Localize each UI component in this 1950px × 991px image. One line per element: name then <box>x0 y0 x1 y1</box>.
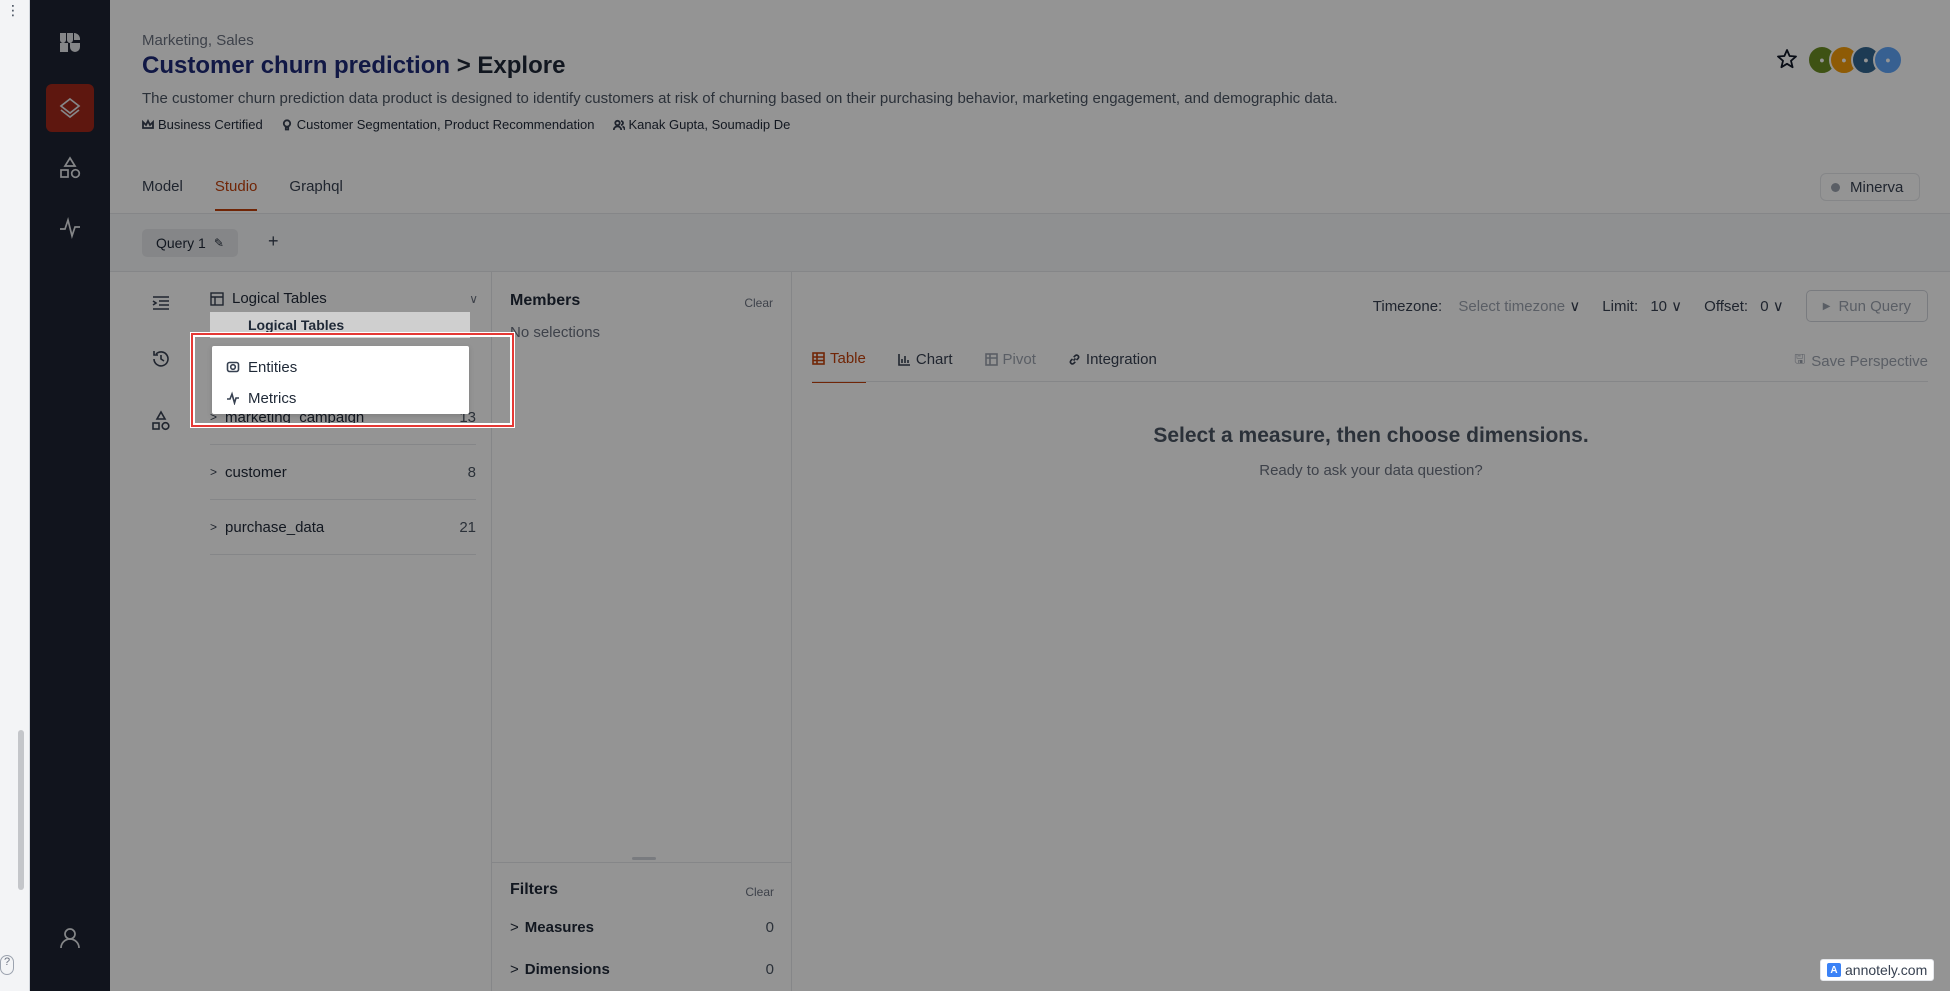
browser-edge: ⋮ ? <box>0 0 30 991</box>
watermark: A annotely.com <box>1820 959 1935 981</box>
browser-menu-icon[interactable]: ⋮ <box>6 2 20 19</box>
annotation-highlight-box <box>191 333 514 427</box>
watermark-label: annotely.com <box>1845 962 1928 978</box>
help-icon[interactable]: ? <box>0 955 14 975</box>
annotely-logo-icon: A <box>1827 963 1841 977</box>
browser-scrollbar[interactable] <box>18 730 24 890</box>
modal-overlay[interactable] <box>30 0 1950 991</box>
